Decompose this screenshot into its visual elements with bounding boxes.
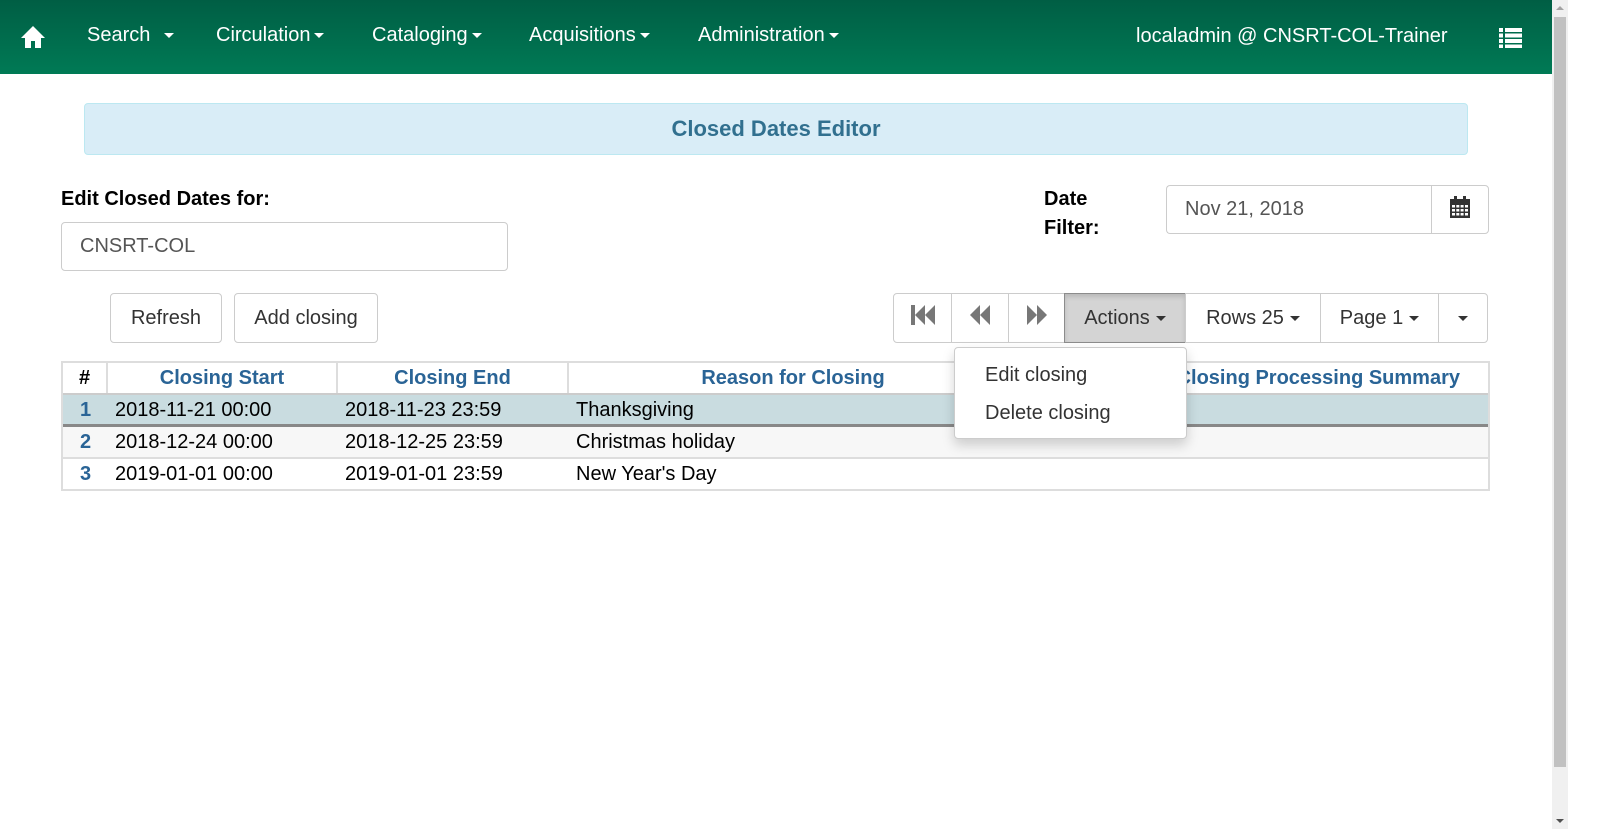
grid-toolbar: Actions Rows 25 Page 1: [893, 293, 1488, 343]
date-filter-label-line2: Filter:: [1044, 217, 1100, 239]
page-selector-dropdown[interactable]: Page 1: [1320, 293, 1439, 343]
previous-page-icon: [970, 305, 990, 331]
org-unit-selector[interactable]: [61, 222, 508, 271]
column-options-dropdown[interactable]: [1438, 293, 1488, 343]
nav-cataloging-label: Cataloging: [372, 24, 468, 46]
column-header-closing-start[interactable]: Closing Start: [108, 363, 338, 393]
table-row[interactable]: 2 2018-12-24 00:00 2018-12-25 23:59 Chri…: [63, 427, 1488, 459]
chevron-down-icon: [163, 33, 174, 39]
home-icon[interactable]: [20, 24, 46, 50]
nav-acquisitions-label: Acquisitions: [529, 24, 636, 46]
row-number: 1: [79, 399, 92, 421]
column-header-reason[interactable]: Reason for Closing: [569, 363, 1019, 393]
nav-cataloging-menu[interactable]: Cataloging: [372, 24, 482, 47]
nav-circulation-menu[interactable]: Circulation: [216, 24, 325, 47]
menu-item-delete-closing[interactable]: Delete closing: [955, 394, 1186, 432]
chevron-down-icon: [471, 33, 482, 39]
scroll-up-arrow-icon[interactable]: [1556, 6, 1564, 10]
list-icon[interactable]: [1499, 28, 1522, 48]
reason-cell: Thanksgiving: [576, 399, 694, 421]
page-title: Closed Dates Editor: [84, 103, 1468, 155]
window-edge: [1568, 0, 1600, 829]
actions-dropdown-menu: Edit closing Delete closing: [954, 347, 1187, 439]
scrollbar-thumb[interactable]: [1554, 17, 1566, 767]
actions-label: Actions: [1084, 306, 1150, 329]
row-number: 2: [79, 431, 92, 453]
table-row[interactable]: 1 2018-11-21 00:00 2018-11-23 23:59 Than…: [63, 395, 1488, 427]
scroll-down-arrow-icon[interactable]: [1556, 819, 1564, 823]
next-page-icon: [1026, 305, 1047, 331]
closing-start-cell: 2018-11-21 00:00: [115, 399, 272, 421]
closing-end-cell: 2018-12-25 23:59: [345, 431, 503, 453]
column-header-number[interactable]: #: [63, 363, 108, 393]
vertical-scrollbar[interactable]: [1552, 0, 1568, 829]
chevron-down-icon: [1409, 315, 1420, 321]
nav-search-label: Search: [87, 24, 151, 46]
refresh-button[interactable]: Refresh: [110, 293, 222, 343]
grid-header-row: # Closing Start Closing End Reason for C…: [63, 363, 1488, 395]
previous-page-button[interactable]: [951, 293, 1009, 343]
chevron-down-icon: [1458, 315, 1468, 321]
first-page-icon: [910, 305, 935, 331]
add-closing-button[interactable]: Add closing: [234, 293, 378, 343]
date-filter-group: [1166, 185, 1489, 234]
page-label: Page 1: [1339, 306, 1404, 329]
menu-item-edit-closing[interactable]: Edit closing: [955, 356, 1186, 394]
date-filter-input[interactable]: [1166, 185, 1431, 234]
closing-end-cell: 2018-11-23 23:59: [345, 399, 502, 421]
nav-administration-label: Administration: [698, 24, 825, 46]
next-page-button[interactable]: [1008, 293, 1065, 343]
date-filter-label: Date Filter:: [1044, 185, 1100, 243]
nav-administration-menu[interactable]: Administration: [698, 24, 839, 47]
chevron-down-icon: [314, 33, 325, 39]
summary-cell: [1019, 459, 1488, 489]
first-page-button[interactable]: [893, 293, 952, 343]
column-header-closing-end[interactable]: Closing End: [338, 363, 569, 393]
user-workstation-label[interactable]: localadmin @ CNSRT-COL-Trainer: [1136, 25, 1448, 48]
calendar-button[interactable]: [1431, 185, 1489, 234]
chevron-down-icon: [1289, 315, 1300, 321]
rows-label: Rows 25: [1206, 306, 1284, 329]
chevron-down-icon: [639, 33, 650, 39]
table-row[interactable]: 3 2019-01-01 00:00 2019-01-01 23:59 New …: [63, 459, 1488, 491]
top-navbar: Search Circulation Cataloging Acquisitio…: [0, 0, 1552, 74]
date-filter-label-line1: Date: [1044, 188, 1088, 210]
closed-dates-grid: # Closing Start Closing End Reason for C…: [61, 361, 1490, 491]
calendar-icon: [1450, 195, 1470, 224]
reason-cell: Christmas holiday: [576, 431, 735, 453]
nav-acquisitions-menu[interactable]: Acquisitions: [529, 24, 650, 47]
closing-start-cell: 2018-12-24 00:00: [115, 431, 273, 453]
closing-end-cell: 2019-01-01 23:59: [345, 463, 503, 485]
closing-start-cell: 2019-01-01 00:00: [115, 463, 273, 485]
nav-search-menu[interactable]: Search: [87, 24, 174, 47]
actions-dropdown-button[interactable]: Actions: [1064, 293, 1186, 343]
chevron-down-icon: [828, 33, 839, 39]
reason-cell: New Year's Day: [576, 463, 717, 485]
rows-per-page-dropdown[interactable]: Rows 25: [1185, 293, 1321, 343]
row-number: 3: [79, 463, 92, 485]
chevron-down-icon: [1155, 315, 1166, 321]
edit-closed-dates-label: Edit Closed Dates for:: [61, 188, 270, 210]
nav-circulation-label: Circulation: [216, 24, 311, 46]
